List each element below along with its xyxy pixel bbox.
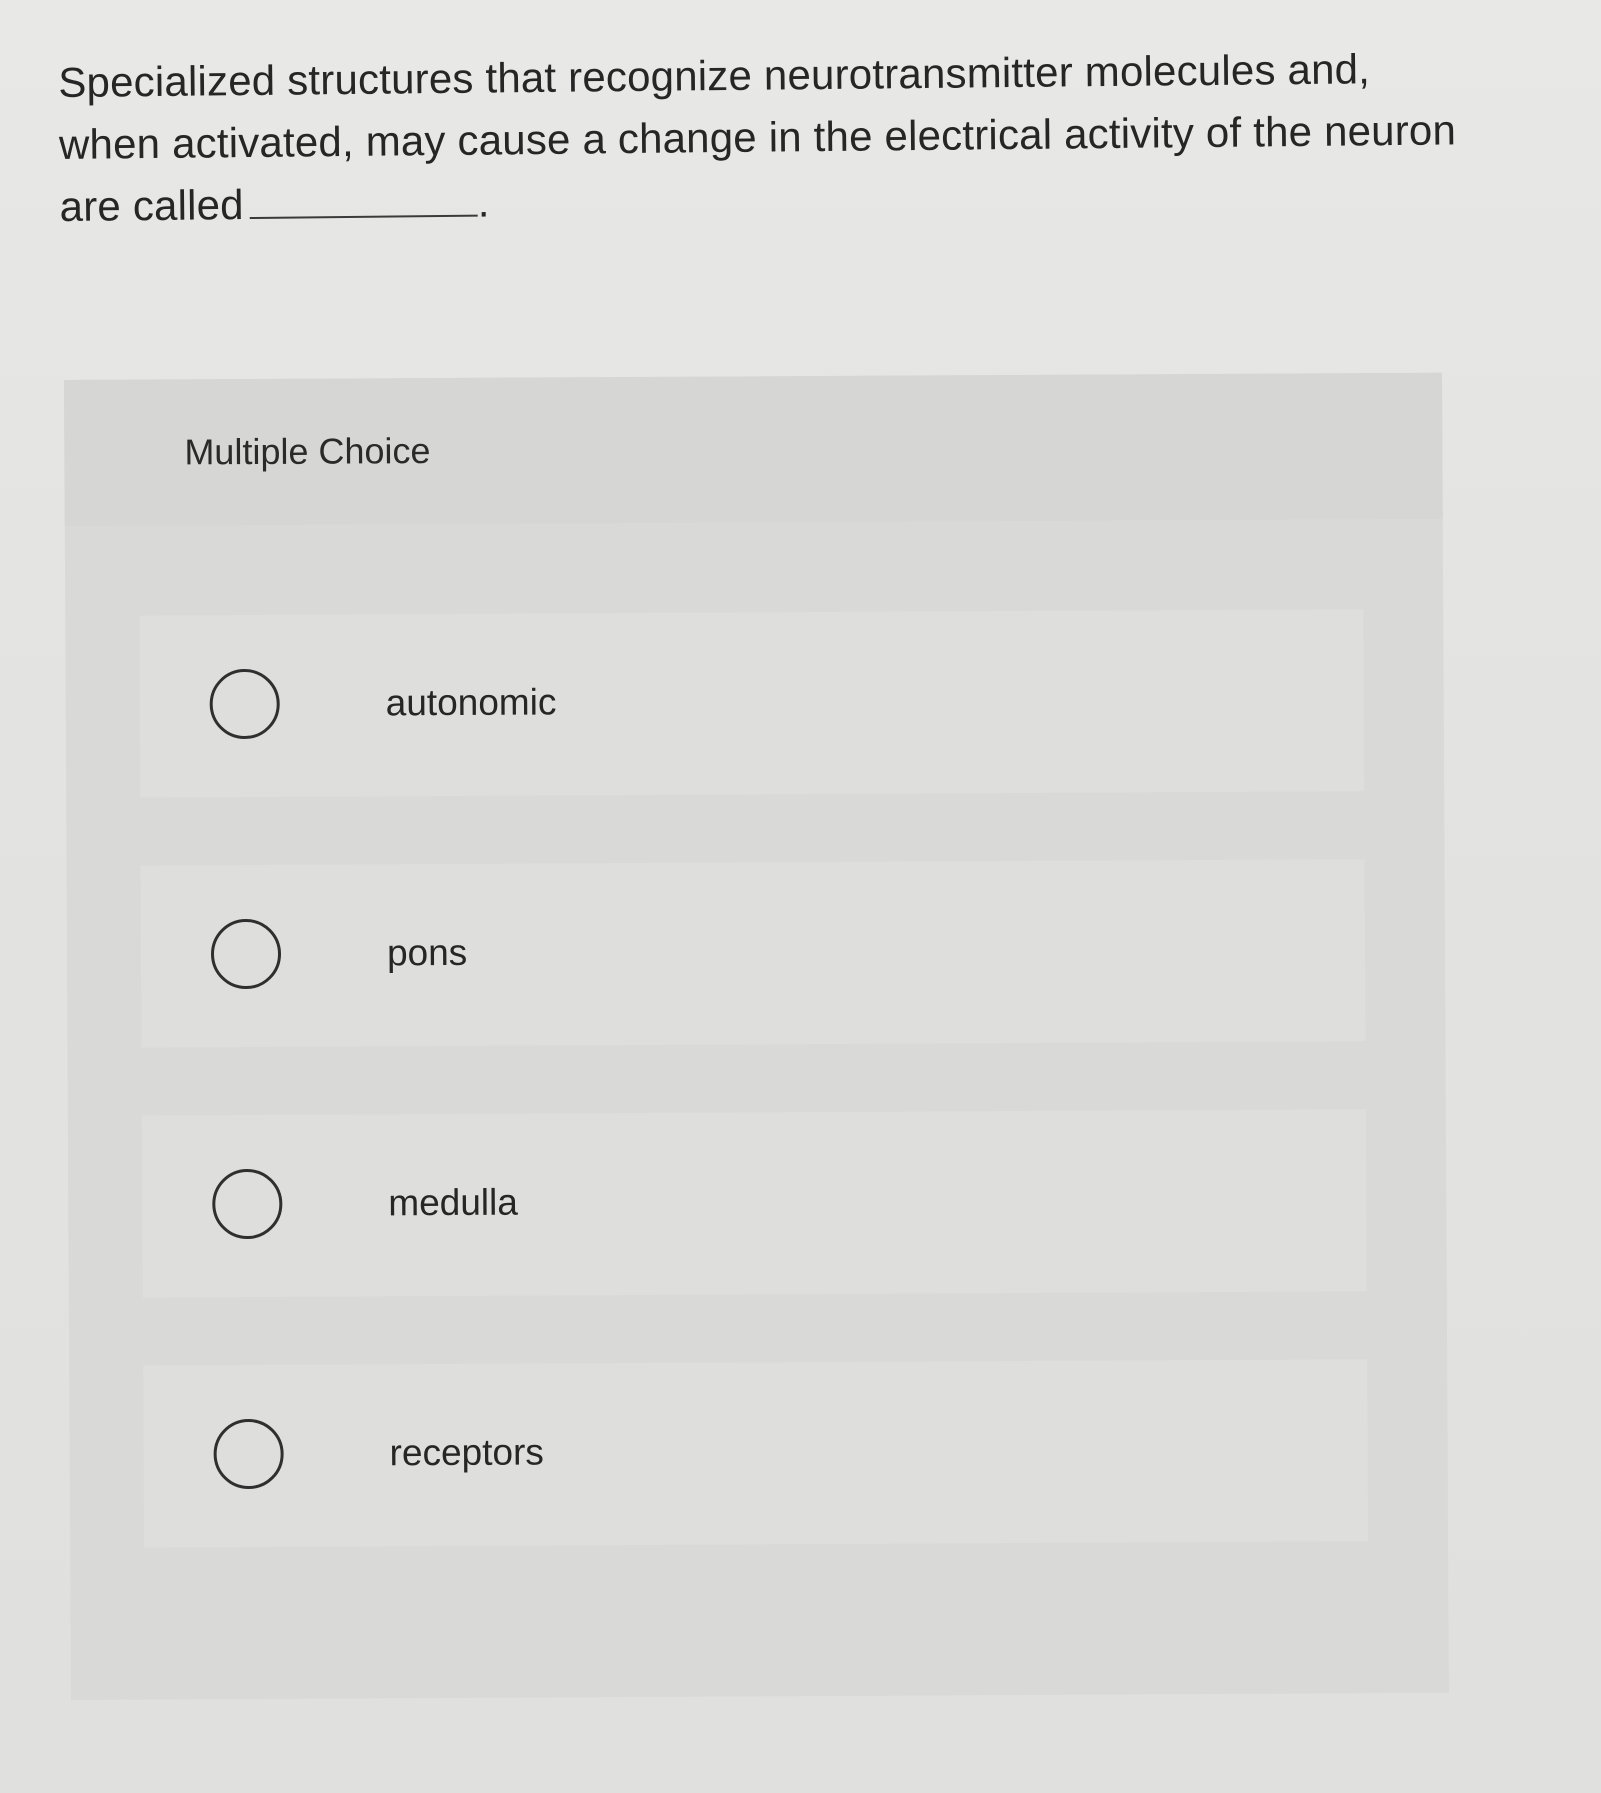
- multiple-choice-panel: Multiple Choice autonomic pons medulla r…: [64, 372, 1449, 1700]
- question-period: .: [477, 178, 490, 226]
- option-label[interactable]: autonomic: [386, 681, 557, 724]
- option-autonomic[interactable]: autonomic: [139, 609, 1365, 798]
- option-receptors[interactable]: receptors: [143, 1359, 1369, 1548]
- panel-header: Multiple Choice: [64, 372, 1443, 526]
- radio-button[interactable]: [210, 918, 282, 990]
- options-list: autonomic pons medulla receptors: [139, 609, 1369, 1615]
- panel-title: Multiple Choice: [184, 430, 431, 473]
- option-label[interactable]: receptors: [390, 1432, 544, 1475]
- option-pons[interactable]: pons: [140, 859, 1366, 1048]
- page: Specialized structures that recognize ne…: [0, 0, 1601, 1793]
- radio-button[interactable]: [212, 1168, 283, 1240]
- radio-button[interactable]: [213, 1418, 284, 1490]
- option-label[interactable]: medulla: [388, 1182, 518, 1225]
- radio-button[interactable]: [209, 668, 280, 740]
- question-text: Specialized structures that recognize ne…: [58, 37, 1480, 238]
- option-medulla[interactable]: medulla: [141, 1109, 1367, 1298]
- answer-blank: [249, 178, 478, 219]
- option-label[interactable]: pons: [387, 932, 467, 974]
